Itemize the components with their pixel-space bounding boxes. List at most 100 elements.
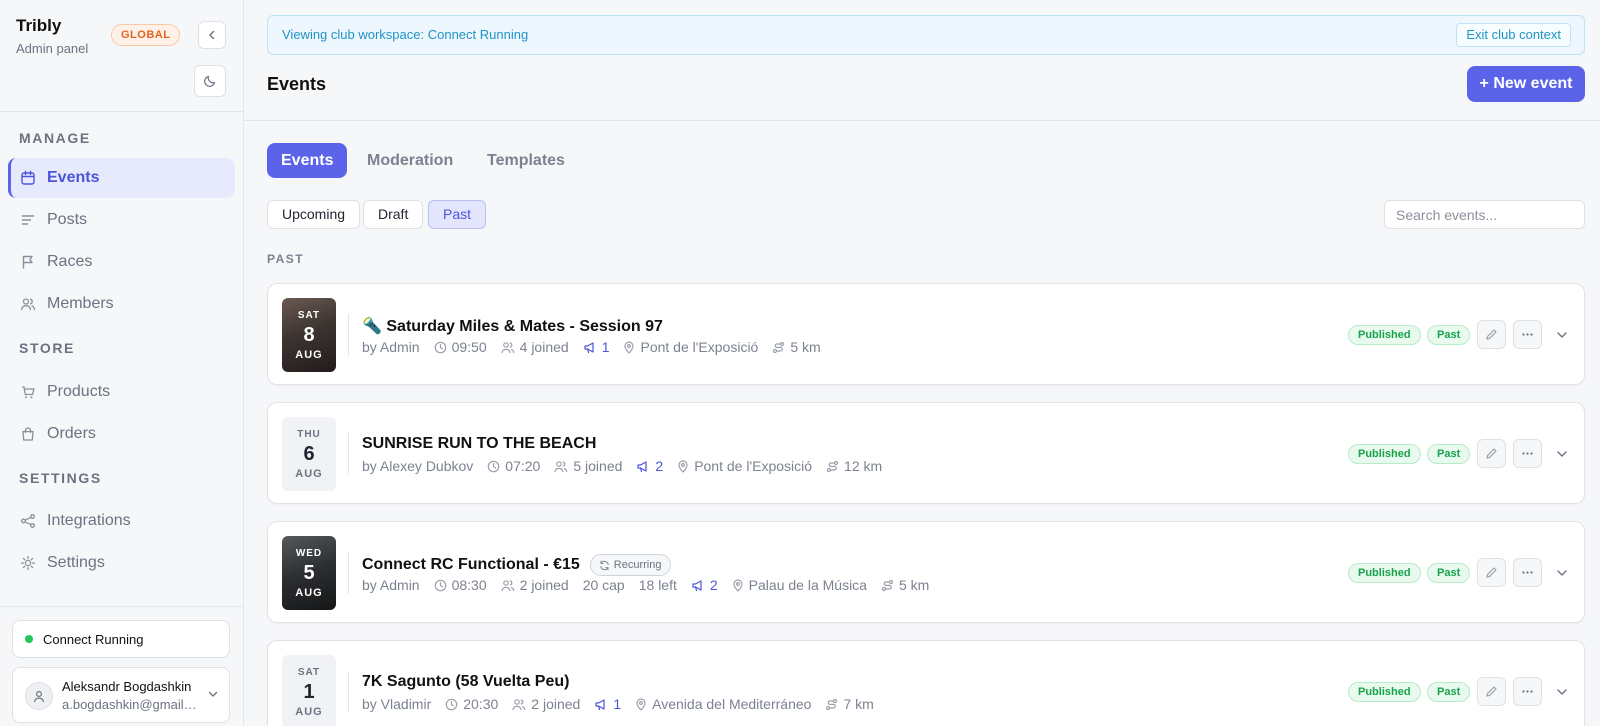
edit-button[interactable] (1477, 677, 1506, 706)
event-date: SAT 1 AUG (282, 655, 336, 726)
chevron-down-icon[interactable] (1555, 566, 1569, 580)
event-meta: by Vladimir 20:30 2 joined 1 Avenida del… (362, 696, 888, 712)
event-announcements[interactable]: 2 (636, 458, 663, 474)
sidebar-divider (0, 606, 244, 607)
sidebar-item-label: Events (47, 169, 100, 186)
event-location: Pont de l'Exposició (677, 458, 812, 474)
event-author: by Admin (362, 577, 420, 593)
recurring-label: Recurring (613, 559, 662, 571)
event-title[interactable]: SUNRISE RUN TO THE BEACH (362, 435, 596, 453)
pin-icon (624, 340, 635, 354)
scope-badge: GLOBAL (111, 24, 181, 46)
sidebar-item-members[interactable]: Members (8, 284, 235, 324)
filter-draft[interactable]: Draft (363, 200, 424, 229)
tab-events[interactable]: Events (267, 143, 348, 178)
event-title[interactable]: 🔦 Saturday Miles & Mates - Session 97 (362, 316, 663, 336)
more-icon (1522, 571, 1533, 574)
theme-toggle-button[interactable] (194, 65, 226, 97)
event-joined: 2 joined (501, 577, 569, 593)
event-announcements-count: 1 (601, 339, 610, 355)
users-icon (512, 698, 526, 710)
event-joined-text: 4 joined (519, 339, 569, 355)
more-button[interactable] (1513, 320, 1542, 349)
megaphone-icon (637, 460, 647, 472)
event-month: AUG (295, 705, 323, 718)
status-badge: Published (1348, 563, 1421, 583)
megaphone-icon (595, 698, 605, 710)
divider (348, 671, 349, 713)
event-date: THU 6 AUG (282, 417, 336, 491)
event-location-text: Pont de l'Exposició (694, 458, 813, 474)
chevron-down-icon[interactable] (1555, 328, 1569, 342)
event-card[interactable]: SAT 8 AUG 🔦 Saturday Miles & Mates - Ses… (267, 283, 1585, 385)
filter-past[interactable]: Past (428, 200, 487, 229)
event-card[interactable]: SAT 1 AUG 7K Sagunto (58 Vuelta Peu) by … (267, 640, 1585, 726)
tab-templates[interactable]: Templates (473, 143, 579, 178)
status-badge: Published (1348, 444, 1421, 464)
chevron-left-icon (209, 30, 215, 40)
event-location-text: Avenida del Mediterráneo (652, 696, 812, 712)
more-button[interactable] (1513, 677, 1542, 706)
event-date: WED 5 AUG (282, 536, 336, 610)
edit-button[interactable] (1477, 439, 1506, 468)
event-announcements-count: 2 (655, 458, 664, 474)
sidebar-item-posts[interactable]: Posts (8, 200, 235, 240)
event-distance: 7 km (825, 696, 874, 712)
brand-name: Tribly (16, 16, 62, 35)
event-joined: 4 joined (501, 339, 569, 355)
filter-upcoming[interactable]: Upcoming (267, 200, 361, 229)
chevron-down-icon[interactable] (1555, 447, 1569, 461)
new-event-button[interactable]: + New event (1467, 66, 1585, 102)
event-location-text: Palau de la Música (748, 577, 867, 593)
event-announcements[interactable]: 2 (691, 577, 718, 593)
route-icon (826, 698, 838, 710)
user-name: Aleksandr Bogdashkin (62, 679, 192, 694)
sidebar-item-products[interactable]: Products (8, 372, 235, 412)
event-meta: by Admin 08:30 2 joined 20 cap 18 left 2… (362, 577, 943, 593)
event-weekday: WED (295, 547, 323, 559)
event-distance-text: 7 km (843, 696, 874, 712)
sidebar-item-integrations[interactable]: Integrations (8, 501, 235, 541)
collapse-sidebar-button[interactable] (198, 21, 226, 49)
recurring-badge: Recurring (589, 554, 672, 576)
edit-button[interactable] (1477, 320, 1506, 349)
user-icon (33, 690, 45, 703)
exit-club-context-button[interactable]: Exit club context (1456, 23, 1571, 47)
user-menu[interactable]: Aleksandr Bogdashkin a.bogdashkin@gmail.… (12, 667, 230, 723)
more-button[interactable] (1513, 439, 1542, 468)
sidebar-item-settings[interactable]: Settings (8, 543, 235, 583)
event-card[interactable]: WED 5 AUG Connect RC Functional - €15 Re… (267, 521, 1585, 623)
search-input[interactable] (1384, 200, 1585, 229)
event-location: Avenida del Mediterráneo (635, 696, 811, 712)
clock-icon (434, 579, 446, 591)
event-announcements[interactable]: 1 (583, 339, 610, 355)
more-button[interactable] (1513, 558, 1542, 587)
chevron-down-icon[interactable] (1555, 685, 1569, 699)
event-card[interactable]: THU 6 AUG SUNRISE RUN TO THE BEACH by Al… (267, 402, 1585, 504)
event-distance-text: 12 km (844, 458, 883, 474)
sidebar-item-races[interactable]: Races (8, 242, 235, 282)
sidebar-item-orders[interactable]: Orders (8, 414, 235, 454)
event-weekday: SAT (297, 666, 321, 678)
event-distance: 12 km (826, 458, 882, 474)
sidebar-item-label: Settings (47, 554, 105, 571)
calendar-icon (19, 169, 37, 187)
event-title-text: Connect RC Functional - €15 (362, 556, 580, 573)
club-switcher[interactable]: Connect Running (12, 620, 230, 658)
event-title[interactable]: 7K Sagunto (58 Vuelta Peu) (362, 673, 569, 691)
sidebar-item-events[interactable]: Events (8, 158, 235, 198)
clock-icon (434, 341, 446, 353)
divider (348, 314, 349, 356)
edit-button[interactable] (1477, 558, 1506, 587)
event-announcements[interactable]: 1 (594, 696, 621, 712)
event-title[interactable]: Connect RC Functional - €15 Recurring (362, 554, 672, 576)
event-announcements-count: 1 (613, 696, 622, 712)
event-day: 6 (303, 442, 315, 465)
event-distance: 5 km (772, 339, 821, 355)
phase-badge: Past (1427, 444, 1471, 464)
event-weekday: THU (297, 428, 321, 440)
event-weekday: SAT (297, 309, 321, 321)
users-icon (554, 460, 568, 472)
tab-moderation[interactable]: Moderation (353, 143, 467, 178)
event-day: 8 (303, 323, 315, 346)
